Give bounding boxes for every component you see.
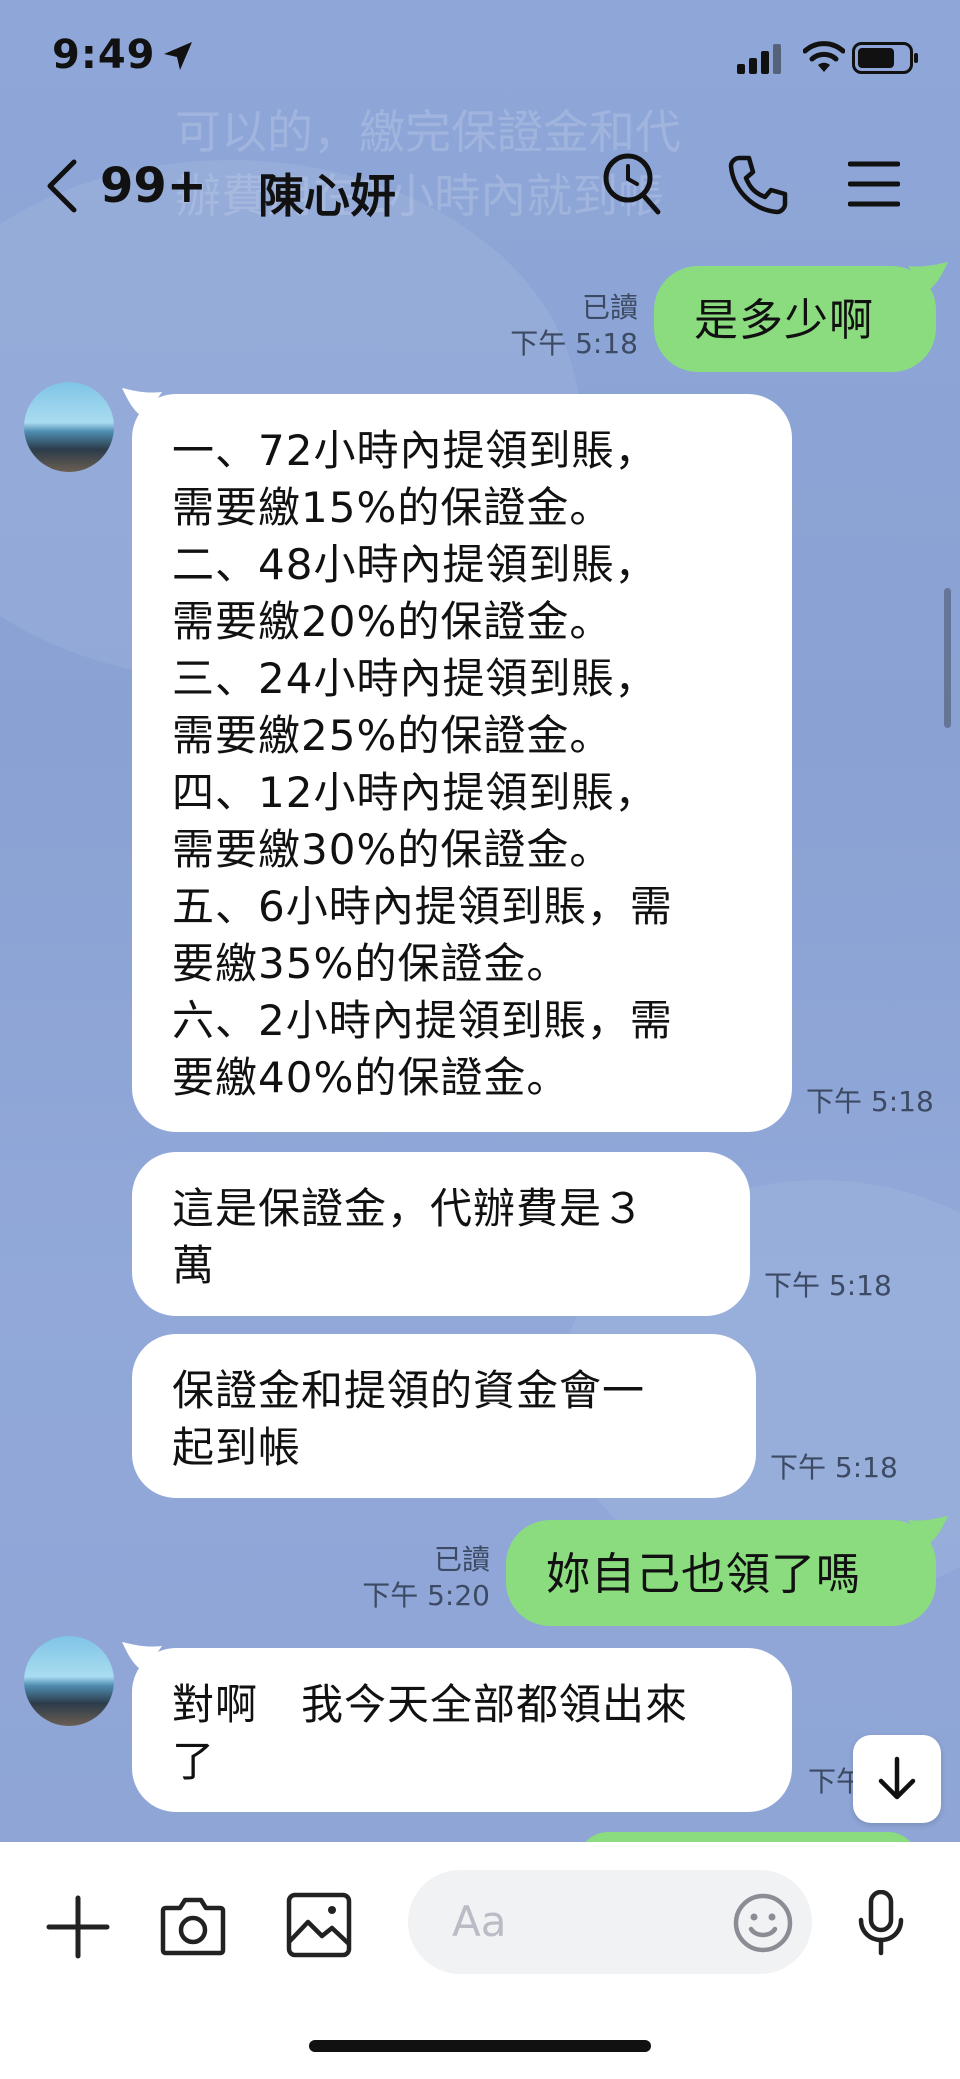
message-input-bar: Aa	[0, 1842, 960, 2079]
menu-icon[interactable]	[848, 160, 900, 208]
bubble-tail	[122, 388, 162, 418]
message-time: 下午 5:18	[806, 1085, 934, 1118]
location-arrow-icon	[164, 42, 192, 70]
avatar[interactable]	[24, 1636, 114, 1726]
message-meta: 已讀 下午 5:18	[480, 290, 638, 362]
home-indicator	[309, 2040, 651, 2052]
camera-icon[interactable]	[160, 1894, 226, 1956]
read-status: 已讀	[433, 1543, 490, 1576]
contact-name[interactable]: 陳心妍	[258, 160, 396, 226]
plus-icon[interactable]	[45, 1894, 111, 1960]
battery-icon	[852, 42, 918, 74]
message-time: 下午 5:20	[362, 1579, 490, 1612]
message-text: 是多少啊	[694, 295, 874, 346]
scrollbar[interactable]	[944, 588, 951, 728]
chat-header: 99+ 陳心妍	[0, 140, 960, 230]
message-bubble-incoming[interactable]: 對啊 我今天全部都領出來 了	[122, 1642, 792, 1812]
search-icon[interactable]	[600, 150, 664, 218]
back-chevron-icon[interactable]	[42, 158, 82, 214]
phone-icon[interactable]	[725, 152, 789, 216]
message-text: 保證金和提領的資金會一 起到帳	[172, 1366, 646, 1472]
message-bubble-incoming[interactable]: 這是保證金，代辦費是３ 萬	[132, 1152, 750, 1316]
message-time: 下午 5:18	[510, 327, 638, 360]
bubble-tail	[122, 1642, 162, 1672]
wifi-icon	[803, 41, 845, 72]
status-time: 9:49	[52, 32, 156, 78]
message-bubble-outgoing[interactable]: 是多少啊	[654, 262, 948, 372]
image-icon[interactable]	[286, 1892, 352, 1958]
message-text: 對啊 我今天全部都領出來 了	[172, 1680, 689, 1786]
unread-count[interactable]: 99+	[100, 158, 207, 214]
message-bubble-outgoing[interactable]: 妳自己也領了嗎	[506, 1516, 948, 1626]
arrow-down-icon	[878, 1756, 916, 1800]
bubble-tail	[908, 262, 948, 292]
microphone-icon[interactable]	[856, 1890, 906, 1956]
message-time: 下午 5:18	[764, 1269, 892, 1302]
message-text: 一、72小時內提領到賬， 需要繳15%的保證金。 二、48小時內提領到賬， 需要…	[172, 426, 673, 1102]
message-time: 下午 5:18	[770, 1451, 898, 1484]
status-bar: 9:49	[0, 0, 960, 120]
emoji-icon[interactable]	[732, 1892, 794, 1954]
avatar[interactable]	[24, 382, 114, 472]
message-bubble-incoming[interactable]: 一、72小時內提領到賬， 需要繳15%的保證金。 二、48小時內提領到賬， 需要…	[122, 388, 792, 1132]
message-meta: 已讀 下午 5:20	[340, 1542, 490, 1614]
message-text: 這是保證金，代辦費是３ 萬	[172, 1184, 646, 1290]
signal-icon	[737, 44, 781, 74]
message-bubble-incoming[interactable]: 保證金和提領的資金會一 起到帳	[132, 1334, 756, 1498]
bubble-tail	[908, 1516, 948, 1546]
read-status: 已讀	[581, 291, 638, 324]
message-text: 妳自己也領了嗎	[546, 1549, 861, 1600]
scroll-to-bottom-button[interactable]	[853, 1735, 941, 1823]
